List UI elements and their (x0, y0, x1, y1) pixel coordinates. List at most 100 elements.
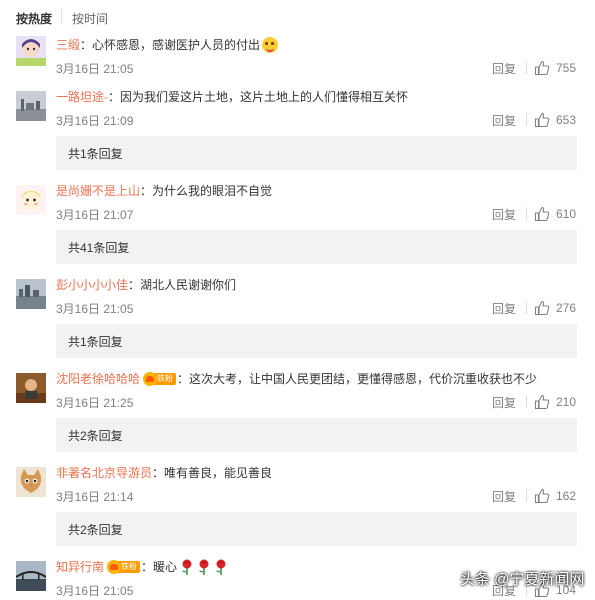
fan-badge-label: 铁粉 (118, 561, 141, 573)
reply-button[interactable]: 回复 (492, 488, 516, 505)
replies-box: 共2条回复 (56, 418, 577, 452)
comment-timestamp: 3月16日 21:05 (56, 584, 134, 598)
comment-meta: 3月16日 21:09 回复 653 (56, 112, 581, 128)
comment-timestamp: 3月16日 21:14 (56, 490, 134, 504)
comment-line: 彭小小小小佳：湖北人民谢谢你们 (56, 276, 581, 294)
comment-username[interactable]: 非著名北京导游员 (56, 465, 152, 481)
reply-button[interactable]: 回复 (492, 300, 516, 317)
avatar[interactable] (16, 91, 46, 121)
comment-body: 是尚姗不是上山：为什么我的眼泪不自觉 3月16日 21:07 回复 610 (56, 182, 581, 222)
like-button[interactable]: 210 (534, 393, 576, 411)
comment-meta: 3月16日 21:14 回复 162 (56, 488, 581, 504)
comment-body: 一路坦途-：因为我们爱这片土地，这片土地上的人们懂得相互关怀 3月16日 21:… (56, 88, 581, 128)
reply-button[interactable]: 回复 (492, 112, 516, 129)
comment-text: 暖心 (153, 560, 178, 574)
like-count: 653 (556, 113, 577, 127)
thumbs-up-icon (534, 300, 550, 316)
thumbs-up-icon (534, 112, 550, 128)
comment-line: 一路坦途-：因为我们爱这片土地，这片土地上的人们懂得相互关怀 (56, 88, 581, 106)
comment-username[interactable]: 沈阳老徐哈哈哈 (56, 371, 140, 387)
like-count: 610 (556, 207, 577, 221)
thumbs-up-icon (534, 394, 550, 410)
reply-button[interactable]: 回复 (492, 206, 516, 223)
colon: ： (80, 38, 93, 52)
comment-timestamp: 3月16日 21:25 (56, 396, 134, 410)
comment-text: 因为我们爱这片土地，这片土地上的人们懂得相互关怀 (120, 90, 409, 104)
rose-emoji-icon (216, 559, 226, 575)
comment-meta: 3月16日 21:25 回复 210 (56, 394, 581, 410)
replies-box: 共1条回复 (56, 136, 577, 170)
sort-bar: 按热度 按时间 (0, 0, 595, 32)
like-button[interactable]: 653 (534, 111, 576, 129)
comment-username[interactable]: 彭小小小小佳 (56, 277, 128, 293)
avatar[interactable] (16, 373, 46, 403)
thumbs-up-icon (534, 206, 550, 222)
sort-by-hot-tab[interactable]: 按热度 (16, 10, 52, 27)
avatar[interactable] (16, 279, 46, 309)
view-replies-link[interactable]: 共41条回复 (68, 239, 129, 256)
like-button[interactable]: 610 (534, 205, 576, 223)
comment-username[interactable]: 知异行南 (56, 559, 104, 575)
fan-badge: 铁粉 (107, 560, 141, 574)
like-button[interactable]: 162 (534, 487, 576, 505)
comment-meta: 3月16日 21:05 回复 276 (56, 300, 581, 316)
fan-badge: 铁粉 (143, 372, 177, 386)
like-count: 210 (556, 395, 577, 409)
sort-by-time-tab[interactable]: 按时间 (72, 10, 108, 27)
thumbs-up-icon (534, 60, 550, 76)
comment-username[interactable]: 一路坦途- (56, 89, 108, 105)
comment-meta: 3月16日 21:05 回复 755 (56, 60, 581, 76)
comment-timestamp: 3月16日 21:05 (56, 302, 134, 316)
fan-badge-icon (143, 372, 158, 386)
colon: ： (108, 90, 121, 104)
colon: ： (141, 560, 154, 574)
comment-text: 这次大考，让中国人民更团结，更懂得感恩，代价沉重收获也不少 (189, 372, 538, 386)
reply-button[interactable]: 回复 (492, 394, 516, 411)
comment-line: 是尚姗不是上山：为什么我的眼泪不自觉 (56, 182, 581, 200)
replies-box: 共2条回复 (56, 512, 577, 546)
comment-text: 心怀感恩，感谢医护人员的付出 (92, 38, 261, 52)
colon: ： (177, 372, 190, 386)
avatar[interactable] (16, 185, 46, 215)
view-replies-link[interactable]: 共2条回复 (68, 521, 123, 538)
replies-box: 共1条回复 (56, 324, 577, 358)
like-count: 276 (556, 301, 577, 315)
like-button[interactable]: 755 (534, 59, 576, 77)
reply-button[interactable]: 回复 (492, 60, 516, 77)
view-replies-link[interactable]: 共2条回复 (68, 427, 123, 444)
comment-body: 彭小小小小佳：湖北人民谢谢你们 3月16日 21:05 回复 276 (56, 276, 581, 316)
comment-username[interactable]: 是尚姗不是上山 (56, 183, 140, 199)
comment-item: 非著名北京导游员：唯有善良，能见善良 3月16日 21:14 回复 162 共2… (0, 464, 595, 554)
meta-divider (526, 395, 527, 408)
comment-line: 三缎：心怀感恩，感谢医护人员的付出 (56, 36, 581, 54)
comment-timestamp: 3月16日 21:07 (56, 208, 134, 222)
comment-item: 彭小小小小佳：湖北人民谢谢你们 3月16日 21:05 回复 276 共1条回复 (0, 276, 595, 366)
view-replies-link[interactable]: 共1条回复 (68, 145, 123, 162)
comment-timestamp: 3月16日 21:05 (56, 62, 134, 76)
comment-body: 沈阳老徐哈哈哈 铁粉：这次大考，让中国人民更团结，更懂得感恩，代价沉重收获也不少 … (56, 370, 581, 410)
sort-divider (61, 9, 62, 23)
comment-item: 三缎：心怀感恩，感谢医护人员的付出 3月16日 21:05 回复 755 (0, 36, 595, 76)
avatar[interactable] (16, 467, 46, 497)
view-replies-link[interactable]: 共1条回复 (68, 333, 123, 350)
comment-item: 沈阳老徐哈哈哈 铁粉：这次大考，让中国人民更团结，更懂得感恩，代价沉重收获也不少 … (0, 370, 595, 460)
comment-line: 沈阳老徐哈哈哈 铁粉：这次大考，让中国人民更团结，更懂得感恩，代价沉重收获也不少 (56, 370, 581, 388)
fan-badge-label: 铁粉 (154, 373, 177, 385)
avatar[interactable] (16, 36, 46, 66)
rose-emoji-icon (199, 559, 209, 575)
comment-item: 是尚姗不是上山：为什么我的眼泪不自觉 3月16日 21:07 回复 610 共4… (0, 182, 595, 272)
comment-username[interactable]: 三缎 (56, 37, 80, 53)
replies-box: 共41条回复 (56, 230, 577, 264)
avatar[interactable] (16, 561, 46, 591)
comment-item: 一路坦途-：因为我们爱这片土地，这片土地上的人们懂得相互关怀 3月16日 21:… (0, 88, 595, 178)
comment-line: 非著名北京导游员：唯有善良，能见善良 (56, 464, 581, 482)
comment-body: 非著名北京导游员：唯有善良，能见善良 3月16日 21:14 回复 162 (56, 464, 581, 504)
colon: ： (128, 278, 141, 292)
thumbs-up-icon (534, 488, 550, 504)
comment-text: 唯有善良，能见善良 (164, 466, 273, 480)
like-count: 755 (556, 61, 577, 75)
like-button[interactable]: 276 (534, 299, 576, 317)
meta-divider (526, 207, 527, 220)
like-count: 162 (556, 489, 577, 503)
fan-badge-icon (107, 560, 122, 574)
